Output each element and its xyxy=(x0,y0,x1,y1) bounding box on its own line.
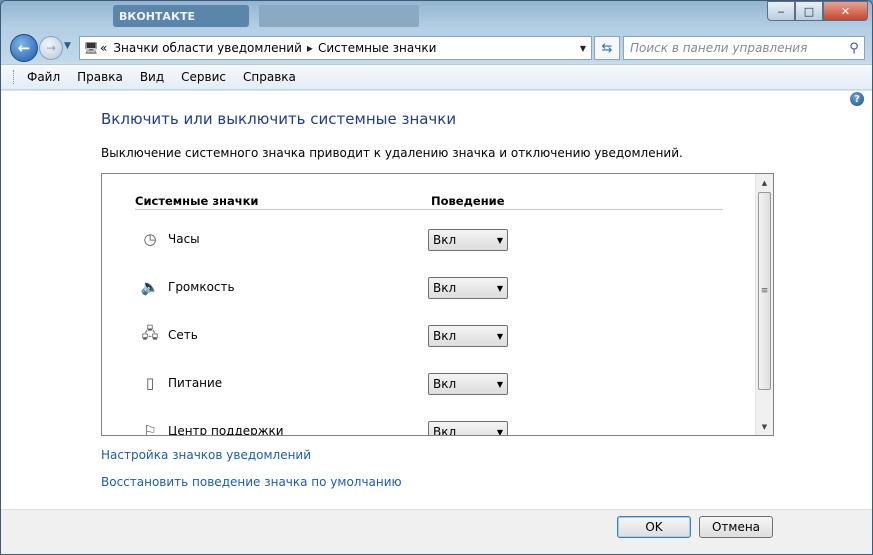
scroll-down-icon[interactable]: ▼ xyxy=(756,418,773,435)
page-title: Включить или выключить системные значки xyxy=(101,110,457,128)
arrow-left-icon: ← xyxy=(17,39,31,57)
behavior-select[interactable]: Вкл ▼ xyxy=(428,229,508,251)
breadcrumb-separator[interactable]: ▸ xyxy=(307,41,313,55)
control-panel-icon: 🖥 xyxy=(83,41,99,55)
chevron-down-icon: ▼ xyxy=(496,379,504,389)
chevron-down-icon: ▼ xyxy=(496,331,504,341)
background-window-logo: ВКОНТАКТЕ xyxy=(113,5,249,27)
background-window-search xyxy=(259,5,419,27)
battery-icon: ▯ xyxy=(145,374,155,392)
address-bar[interactable]: 🖥 « Значки области уведомлений ▸ Системн… xyxy=(79,36,592,60)
breadcrumb-notification-icons[interactable]: Значки области уведомлений xyxy=(113,41,302,55)
menu-file[interactable]: Файл xyxy=(27,70,60,84)
clock-icon: ◷ xyxy=(143,230,157,248)
column-header-behavior: Поведение xyxy=(431,194,505,208)
address-prefix[interactable]: « xyxy=(100,41,107,55)
list-item: ⚐ Центр поддержки Вкл ▼ xyxy=(102,421,702,436)
dialog-footer: OK Отмена xyxy=(1,509,872,554)
column-header-icons: Системные значки xyxy=(135,194,259,208)
window-controls: ‒ □ ✕ xyxy=(767,1,868,21)
maximize-button[interactable]: □ xyxy=(795,1,823,21)
menu-grip xyxy=(13,70,17,84)
page-description: Выключение системного значка приводит к … xyxy=(101,146,683,160)
arrow-right-icon: → xyxy=(45,41,57,55)
behavior-select[interactable]: Вкл ▼ xyxy=(428,325,508,347)
refresh-button[interactable]: ⇆ xyxy=(594,36,620,60)
row-label: Громкость xyxy=(168,280,235,294)
chevron-down-icon: ▼ xyxy=(496,427,504,436)
breadcrumb-system-icons[interactable]: Системные значки xyxy=(318,41,436,55)
cancel-button[interactable]: Отмена xyxy=(699,516,773,538)
navigation-bar: ← → ▼ 🖥 « Значки области уведомлений ▸ С… xyxy=(1,31,872,63)
help-icon[interactable]: ? xyxy=(850,92,864,106)
row-label: Питание xyxy=(168,376,223,390)
search-box[interactable]: ⚲ xyxy=(623,36,865,60)
menu-help[interactable]: Справка xyxy=(243,70,296,84)
row-label: Часы xyxy=(168,232,200,246)
chevron-down-icon: ▼ xyxy=(496,235,504,245)
row-label: Сеть xyxy=(168,328,198,342)
menu-edit[interactable]: Правка xyxy=(77,70,123,84)
menu-tools[interactable]: Сервис xyxy=(181,70,226,84)
speaker-icon: 🔈 xyxy=(140,278,160,296)
scroll-up-icon[interactable]: ▲ xyxy=(756,174,773,191)
customize-notification-icons-link[interactable]: Настройка значков уведомлений xyxy=(101,448,311,462)
select-value: Вкл xyxy=(433,377,457,391)
search-input[interactable] xyxy=(624,39,844,57)
refresh-icon: ⇆ xyxy=(601,40,613,56)
vertical-scrollbar[interactable]: ▲ ≡ ▼ xyxy=(755,174,773,435)
address-dropdown-icon[interactable]: ▼ xyxy=(575,44,591,53)
list-item: 🖧 Сеть Вкл ▼ xyxy=(102,323,702,359)
close-button[interactable]: ✕ xyxy=(823,1,868,21)
behavior-select[interactable]: Вкл ▼ xyxy=(428,421,508,436)
chevron-down-icon: ▼ xyxy=(496,283,504,293)
minimize-button[interactable]: ‒ xyxy=(767,1,795,21)
behavior-select[interactable]: Вкл ▼ xyxy=(428,277,508,299)
control-panel-window: ВКОНТАКТЕ ‒ □ ✕ ← → ▼ 🖥 « Значки области… xyxy=(0,0,873,555)
forward-button[interactable]: → xyxy=(39,36,63,60)
system-icons-list[interactable]: Системные значки Поведение ◷ Часы Вкл ▼ 🔈… xyxy=(101,173,774,436)
scroll-thumb[interactable]: ≡ xyxy=(758,192,771,390)
row-label: Центр поддержки xyxy=(168,424,284,436)
main-content: ? Включить или выключить системные значк… xyxy=(1,91,872,509)
header-divider xyxy=(135,209,723,210)
list-item: 🔈 Громкость Вкл ▼ xyxy=(102,277,702,311)
select-value: Вкл xyxy=(433,329,457,343)
list-item: ◷ Часы Вкл ▼ xyxy=(102,229,702,263)
history-dropdown-button[interactable]: ▼ xyxy=(64,41,71,51)
menu-bar: Файл Правка Вид Сервис Справка xyxy=(1,64,872,90)
select-value: Вкл xyxy=(433,425,457,436)
behavior-select[interactable]: Вкл ▼ xyxy=(428,373,508,395)
restore-default-behavior-link[interactable]: Восстановить поведение значка по умолчан… xyxy=(101,475,402,489)
network-icon: 🖧 xyxy=(141,323,159,342)
menu-view[interactable]: Вид xyxy=(140,70,164,84)
back-button[interactable]: ← xyxy=(10,34,38,62)
flag-icon: ⚐ xyxy=(143,422,157,436)
search-icon[interactable]: ⚲ xyxy=(844,41,864,56)
ok-button[interactable]: OK xyxy=(617,516,691,538)
select-value: Вкл xyxy=(433,233,457,247)
select-value: Вкл xyxy=(433,281,457,295)
list-item: ▯ Питание Вкл ▼ xyxy=(102,373,702,407)
